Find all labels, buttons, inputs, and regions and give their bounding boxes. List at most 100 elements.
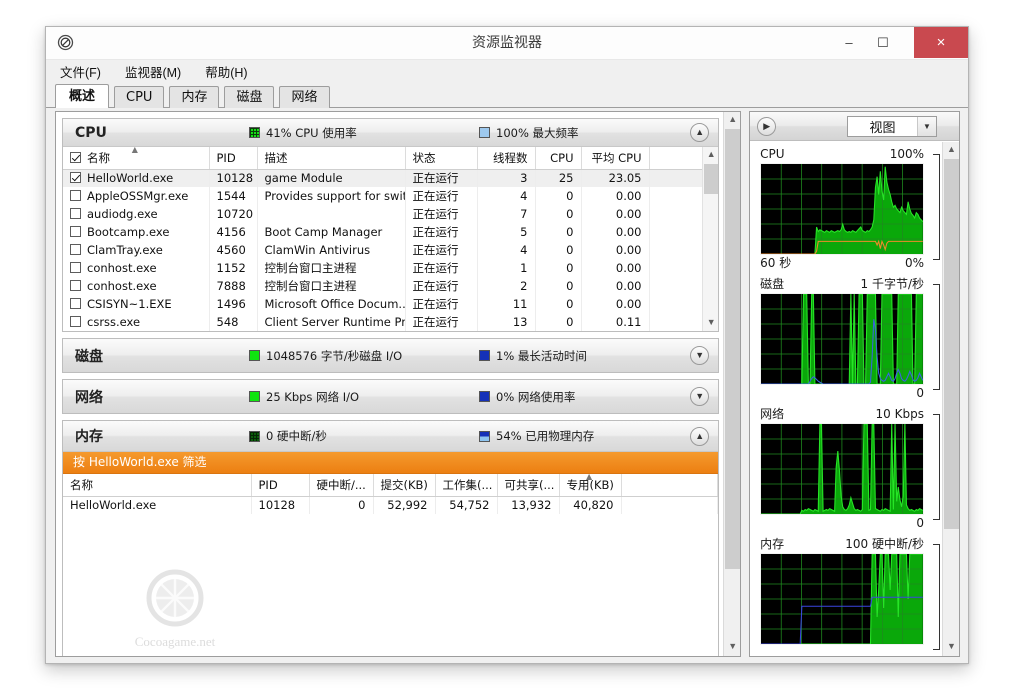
- row-checkbox[interactable]: [70, 226, 81, 237]
- overview-pane-scrollbar[interactable]: ▲ ▼: [723, 112, 741, 656]
- cell-desc: 控制台窗口主进程: [257, 259, 406, 277]
- view-dropdown[interactable]: 视图 ▼: [847, 116, 937, 137]
- tab-network[interactable]: 网络: [279, 86, 330, 108]
- cpu-legend-frequency: 100% 最大频率: [479, 125, 579, 141]
- table-row[interactable]: conhost.exe 7888 控制台窗口主进程 正在运行 2 0 0.00: [63, 277, 719, 295]
- table-row[interactable]: AppleOSSMgr.exe 1544 Provides support for …: [63, 187, 719, 205]
- column-header-2[interactable]: 硬中断/...: [309, 474, 374, 497]
- scroll-thumb[interactable]: [725, 129, 741, 569]
- scroll-thumb[interactable]: [704, 164, 719, 194]
- tab-disk[interactable]: 磁盘: [224, 86, 275, 108]
- disk-activity-swatch-icon: [479, 350, 490, 361]
- column-header-0[interactable]: 名称 ▲: [63, 147, 210, 170]
- chevron-down-icon[interactable]: ▼: [690, 387, 710, 406]
- scroll-up-icon[interactable]: ▲: [943, 142, 959, 159]
- scroll-down-icon[interactable]: ▼: [703, 315, 719, 331]
- maximize-button[interactable]: ☐: [868, 27, 898, 58]
- cpu-table-header-row: 名称 ▲ PID 描述 状态 线程数 CPU 平均 CPU: [63, 147, 719, 170]
- column-header-6[interactable]: 平均 CPU: [581, 147, 650, 170]
- graph-disk: 磁盘 1 千字节/秒 0: [760, 276, 942, 402]
- row-checkbox[interactable]: [70, 208, 81, 219]
- column-header-label: 名称: [70, 477, 93, 492]
- row-checkbox[interactable]: [70, 244, 81, 255]
- column-header-5[interactable]: CPU: [535, 147, 582, 170]
- scroll-thumb[interactable]: [944, 159, 959, 529]
- cpu-frequency-text: 100% 最大频率: [496, 125, 579, 140]
- tab-overview[interactable]: 概述: [55, 84, 110, 108]
- row-checkbox[interactable]: [70, 280, 81, 291]
- scroll-up-icon[interactable]: ▲: [703, 147, 719, 163]
- chevron-down-icon[interactable]: ▼: [690, 346, 710, 365]
- row-checkbox[interactable]: [70, 172, 81, 184]
- memory-table-body: HelloWorld.exe 10128 0 52,992 54,752 13,932 40…: [63, 496, 719, 514]
- chevron-up-icon[interactable]: ▲: [690, 123, 710, 142]
- cell-name: CSISYN~1.EXE: [63, 295, 210, 313]
- column-header-6[interactable]: 专用(KB) ▲: [559, 474, 622, 497]
- scroll-up-icon[interactable]: ▲: [724, 112, 740, 129]
- disk-io-swatch-icon: [249, 350, 260, 361]
- table-row[interactable]: CSISYN~1.EXE 1496 Microsoft Office Docum..…: [63, 295, 719, 313]
- cell-working_set: 54,752: [435, 496, 498, 514]
- table-row[interactable]: csrss.exe 548 Client Server Runtime Pr... 正…: [63, 313, 719, 331]
- menu-item-file[interactable]: 文件(F): [57, 61, 104, 82]
- column-header-3[interactable]: 状态: [405, 147, 478, 170]
- resource-monitor-window: 资源监视器 – ☐ × 文件(F) 监视器(M) 帮助(H) 概述 CPU 内存…: [45, 26, 969, 664]
- row-checkbox[interactable]: [70, 190, 81, 201]
- row-checkbox[interactable]: [70, 316, 81, 327]
- row-checkbox[interactable]: [70, 298, 81, 309]
- row-checkbox[interactable]: [70, 262, 81, 273]
- menu-item-monitor[interactable]: 监视器(M): [122, 61, 184, 82]
- cell-text: conhost.exe: [87, 261, 157, 275]
- disk-section-header[interactable]: 磁盘 1048576 字节/秒磁盘 I/O 1% 最长活动时间 ▼: [63, 339, 719, 372]
- cpu-frequency-swatch-icon: [479, 127, 490, 138]
- chevron-right-circle-icon[interactable]: ▶: [757, 116, 777, 136]
- disk-io-text: 1048576 字节/秒磁盘 I/O: [266, 348, 403, 363]
- graph-disk-axis-bracket: [933, 284, 940, 390]
- memory-section-header[interactable]: 内存 0 硬中断/秒 54% 已用物理内存 ▲: [63, 421, 719, 452]
- column-header-4[interactable]: 工作集(...: [435, 474, 498, 497]
- cell-desc: Boot Camp Manager: [257, 223, 406, 241]
- table-row[interactable]: ClamTray.exe 4560 ClamWin Antivirus 正在运行 4 0 0…: [63, 241, 719, 259]
- column-header-2[interactable]: 描述: [257, 147, 406, 170]
- cell-text: AppleOSSMgr.exe: [87, 189, 189, 203]
- column-header-1[interactable]: PID: [251, 474, 310, 497]
- menu-item-help[interactable]: 帮助(H): [202, 61, 250, 82]
- cpu-table-scrollbar[interactable]: ▲ ▼: [702, 147, 719, 331]
- network-section-header[interactable]: 网络 25 Kbps 网络 I/O 0% 网络使用率 ▼: [63, 380, 719, 413]
- tab-memory[interactable]: 内存: [169, 86, 220, 108]
- cell-status: 正在运行: [405, 241, 478, 259]
- table-row[interactable]: HelloWorld.exe 10128 game Module 正在运行 3 25 23.…: [63, 169, 719, 187]
- column-header-5[interactable]: 可共享(...: [497, 474, 560, 497]
- cell-desc: Microsoft Office Docum...: [257, 295, 406, 313]
- scroll-down-icon[interactable]: ▼: [724, 639, 740, 656]
- cell-text: 25: [558, 171, 574, 186]
- select-all-checkbox[interactable]: [70, 151, 81, 163]
- table-row[interactable]: HelloWorld.exe 10128 0 52,992 54,752 13,932 40…: [63, 496, 719, 514]
- close-button[interactable]: ×: [914, 27, 968, 58]
- cell-threads: 5: [477, 223, 536, 241]
- minimize-button[interactable]: –: [834, 27, 864, 58]
- column-header-4[interactable]: 线程数: [477, 147, 536, 170]
- cell-cpu: 0: [535, 295, 582, 313]
- column-header-0[interactable]: 名称: [63, 474, 252, 497]
- column-header-3[interactable]: 提交(KB): [373, 474, 436, 497]
- table-row[interactable]: conhost.exe 1152 控制台窗口主进程 正在运行 1 0 0.00: [63, 259, 719, 277]
- column-header-1[interactable]: PID: [209, 147, 258, 170]
- graph-disk-min-label: 0: [916, 386, 924, 400]
- cpu-section-header[interactable]: CPU 41% CPU 使用率 100% 最大频率 ▲: [63, 119, 719, 147]
- chevron-up-icon[interactable]: ▲: [690, 427, 710, 446]
- graphs-pane-scrollbar[interactable]: ▲ ▼: [942, 142, 959, 656]
- tab-strip: 概述 CPU 内存 磁盘 网络: [46, 83, 968, 108]
- cell-text: 11: [512, 297, 528, 311]
- cell-pid: 1544: [209, 187, 258, 205]
- cell-avg_cpu: 0.00: [581, 295, 650, 313]
- column-header-label: 状态: [412, 150, 436, 165]
- scroll-down-icon[interactable]: ▼: [943, 639, 959, 656]
- cell-text: conhost.exe: [87, 279, 157, 293]
- chevron-down-icon[interactable]: ▼: [917, 117, 936, 136]
- table-row[interactable]: Bootcamp.exe 4156 Boot Camp Manager 正在运行 5 0 0…: [63, 223, 719, 241]
- tab-cpu[interactable]: CPU: [114, 86, 165, 108]
- cell-name: HelloWorld.exe: [63, 496, 252, 514]
- table-row[interactable]: audiodg.exe 10720 正在运行 7 0 0.00: [63, 205, 719, 223]
- cell-avg_cpu: 0.00: [581, 241, 650, 259]
